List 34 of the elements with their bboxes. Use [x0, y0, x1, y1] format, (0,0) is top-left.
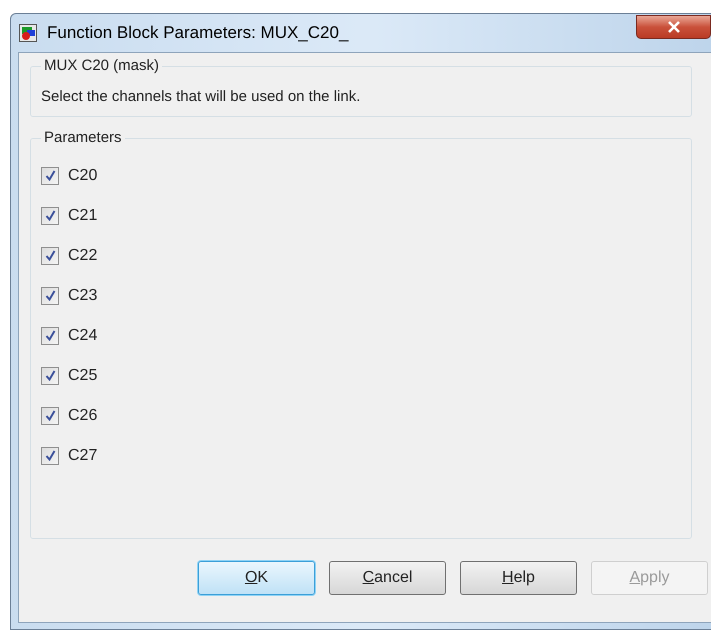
description-text: Select the channels that will be used on the link.: [41, 86, 362, 106]
check-icon: [44, 250, 56, 261]
checkbox[interactable]: [41, 446, 59, 464]
channel-checkbox[interactable]: C27: [41, 444, 98, 468]
checkbox[interactable]: [41, 366, 59, 384]
check-icon: [44, 410, 56, 421]
checkbox[interactable]: [41, 206, 59, 224]
channel-checkbox[interactable]: C25: [41, 364, 98, 388]
channel-checkbox[interactable]: C24: [41, 324, 98, 348]
channel-checkbox[interactable]: C23: [41, 284, 98, 308]
checkbox[interactable]: [41, 406, 59, 424]
channel-checkbox[interactable]: C21: [41, 204, 98, 228]
group-title: MUX C20 (mask): [43, 56, 160, 76]
check-icon: [44, 330, 56, 341]
dialog-button[interactable]: Cancel: [329, 561, 446, 595]
close-icon: [666, 21, 680, 33]
group-title: Parameters: [43, 128, 123, 148]
check-icon: [44, 290, 56, 301]
checkbox[interactable]: [41, 246, 59, 264]
check-icon: [44, 450, 56, 461]
channel-checkbox[interactable]: C20: [41, 164, 98, 188]
block-diagram-icon: [19, 24, 37, 42]
check-icon: [44, 170, 56, 181]
check-icon: [44, 210, 56, 221]
window-title: Function Block Parameters: MUX_C20_: [47, 22, 348, 44]
channel-checkbox[interactable]: C22: [41, 244, 98, 268]
close-button[interactable]: [636, 15, 711, 39]
check-icon: [44, 370, 56, 381]
checkbox[interactable]: [41, 166, 59, 184]
channel-checkbox[interactable]: C26: [41, 404, 98, 428]
checkbox[interactable]: [41, 286, 59, 304]
dialog-button[interactable]: OK: [198, 561, 315, 595]
checkbox[interactable]: [41, 326, 59, 344]
dialog-button[interactable]: Help: [460, 561, 577, 595]
